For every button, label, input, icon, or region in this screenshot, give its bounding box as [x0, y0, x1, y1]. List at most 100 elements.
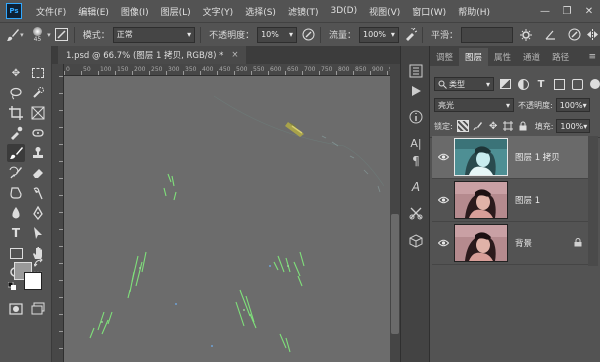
- filter-type-icon[interactable]: T: [534, 77, 548, 91]
- layers-scrollbar[interactable]: [588, 136, 598, 266]
- pressure-opacity-icon[interactable]: [301, 27, 315, 43]
- layer-row[interactable]: 图层 1: [432, 179, 588, 222]
- dodge-tool-icon[interactable]: [29, 184, 47, 202]
- airbrush-icon[interactable]: [403, 27, 417, 43]
- layer-thumbnail: [454, 138, 508, 176]
- layer-row[interactable]: 图层 1 拷贝: [432, 136, 588, 179]
- pressure-size-icon[interactable]: [568, 27, 582, 43]
- tab-properties[interactable]: 属性: [488, 48, 517, 66]
- flow-field[interactable]: 100% ▾: [359, 26, 399, 43]
- swap-colors-icon[interactable]: [33, 257, 44, 268]
- layer-filter-select[interactable]: 类型 ▾: [434, 77, 494, 91]
- panel-menu-icon[interactable]: ≡: [588, 48, 596, 66]
- layer-filter-row: 类型 ▾ T: [430, 76, 600, 92]
- glyphs-panel-icon[interactable]: A: [407, 178, 425, 196]
- maximize-button[interactable]: ❐: [556, 0, 578, 22]
- actions-panel-icon[interactable]: [407, 82, 425, 100]
- visibility-eye-icon[interactable]: [436, 196, 450, 204]
- lock-all-icon[interactable]: [518, 121, 529, 132]
- quick-selection-tool-icon[interactable]: [29, 84, 47, 102]
- pen-tool-icon[interactable]: [29, 204, 47, 222]
- angle-icon[interactable]: [543, 27, 557, 43]
- menu-filter[interactable]: 滤镜(T): [282, 5, 325, 18]
- filter-toggle-icon[interactable]: [590, 79, 600, 89]
- quick-mask-icon[interactable]: [7, 300, 25, 318]
- brush-preset-picker[interactable]: 45: [28, 25, 47, 45]
- visibility-eye-icon[interactable]: [436, 153, 450, 161]
- vertical-scrollbar[interactable]: [390, 64, 400, 362]
- history-brush-tool-icon[interactable]: [7, 164, 25, 182]
- 3d-panel-icon[interactable]: [407, 232, 425, 250]
- paragraph-panel-icon[interactable]: ¶: [407, 152, 425, 170]
- ruler-tick: [59, 314, 63, 315]
- document-canvas[interactable]: [64, 76, 390, 362]
- menu-help[interactable]: 帮助(H): [452, 5, 496, 18]
- mode-select[interactable]: 正常 ▾: [112, 26, 196, 43]
- filter-pixel-icon[interactable]: [498, 77, 512, 91]
- lock-artboard-icon[interactable]: [503, 121, 514, 132]
- path-selection-tool-icon[interactable]: [29, 224, 47, 242]
- rectangle-tool-icon[interactable]: [7, 244, 25, 262]
- blur-tool-icon[interactable]: [7, 204, 25, 222]
- menu-type[interactable]: 文字(Y): [197, 5, 240, 18]
- symmetry-icon[interactable]: [586, 27, 600, 43]
- layer-opacity-label: 不透明度:: [518, 100, 553, 110]
- layer-opacity-field[interactable]: 100% ▾: [555, 98, 590, 112]
- chevron-down-icon[interactable]: ▾: [47, 31, 51, 39]
- filter-adjustment-icon[interactable]: [516, 77, 530, 91]
- brush-tool-icon[interactable]: [7, 144, 25, 162]
- default-colors-icon[interactable]: [7, 281, 16, 290]
- menu-file[interactable]: 文件(F): [30, 5, 72, 18]
- lasso-tool-icon[interactable]: [7, 84, 25, 102]
- close-button[interactable]: ✕: [578, 0, 600, 22]
- lock-pixels-icon[interactable]: [473, 121, 484, 132]
- menu-select[interactable]: 选择(S): [239, 5, 282, 18]
- crop-tool-icon[interactable]: [7, 104, 25, 122]
- tab-layers[interactable]: 图层: [459, 48, 489, 66]
- character-panel-icon[interactable]: A|: [407, 134, 425, 152]
- minimize-button[interactable]: —: [534, 0, 556, 22]
- close-tab-icon[interactable]: ×: [231, 50, 238, 60]
- tool-presets-icon[interactable]: [407, 204, 425, 222]
- filter-shape-icon[interactable]: [552, 77, 566, 91]
- opacity-field[interactable]: 10% ▾: [257, 26, 297, 43]
- blend-mode-select[interactable]: 亮光 ▾: [434, 98, 514, 112]
- frame-tool-icon[interactable]: [29, 104, 47, 122]
- visibility-eye-icon[interactable]: [436, 239, 450, 247]
- fill-field[interactable]: 100% ▾: [556, 119, 591, 133]
- type-tool-icon[interactable]: T: [7, 224, 25, 242]
- filter-smart-object-icon[interactable]: [570, 77, 584, 91]
- info-panel-icon[interactable]: [407, 108, 425, 126]
- lock-icon: [574, 237, 588, 249]
- background-color-swatch[interactable]: [24, 272, 42, 290]
- clone-stamp-tool-icon[interactable]: [29, 144, 47, 162]
- ruler-label: 850: [355, 66, 367, 73]
- scrollbar-thumb[interactable]: [391, 214, 399, 334]
- gradient-tool-icon[interactable]: [7, 184, 25, 202]
- history-panel-icon[interactable]: [407, 62, 425, 80]
- smoothing-field[interactable]: [461, 26, 514, 43]
- menu-image[interactable]: 图像(I): [115, 5, 155, 18]
- brush-settings-icon[interactable]: [55, 27, 69, 43]
- brush-tool-icon[interactable]: [6, 27, 20, 43]
- marquee-tool-icon[interactable]: [29, 64, 47, 82]
- tab-channels[interactable]: 通道: [517, 48, 546, 66]
- smoothing-settings-icon[interactable]: [519, 27, 533, 43]
- lock-transparent-icon[interactable]: [456, 120, 469, 132]
- menu-window[interactable]: 窗口(W): [406, 5, 452, 18]
- tab-paths[interactable]: 路径: [546, 48, 575, 66]
- menu-view[interactable]: 视图(V): [363, 5, 406, 18]
- tab-adjustments[interactable]: 调整: [430, 48, 459, 66]
- menu-3d[interactable]: 3D(D): [324, 6, 363, 16]
- eyedropper-tool-icon[interactable]: [7, 124, 25, 142]
- chevron-down-icon[interactable]: ▾: [20, 31, 24, 39]
- menu-layer[interactable]: 图层(L): [155, 5, 197, 18]
- document-tab[interactable]: 1.psd @ 66.7% (图层 1 拷贝, RGB/8) * ×: [58, 46, 247, 64]
- screen-mode-icon[interactable]: [29, 300, 47, 318]
- spot-healing-tool-icon[interactable]: [29, 124, 47, 142]
- layer-row[interactable]: 背景: [432, 222, 588, 265]
- lock-position-icon[interactable]: ✥: [488, 121, 499, 132]
- move-tool-icon[interactable]: ✥: [7, 64, 25, 82]
- eraser-tool-icon[interactable]: [29, 164, 47, 182]
- menu-edit[interactable]: 编辑(E): [72, 5, 115, 18]
